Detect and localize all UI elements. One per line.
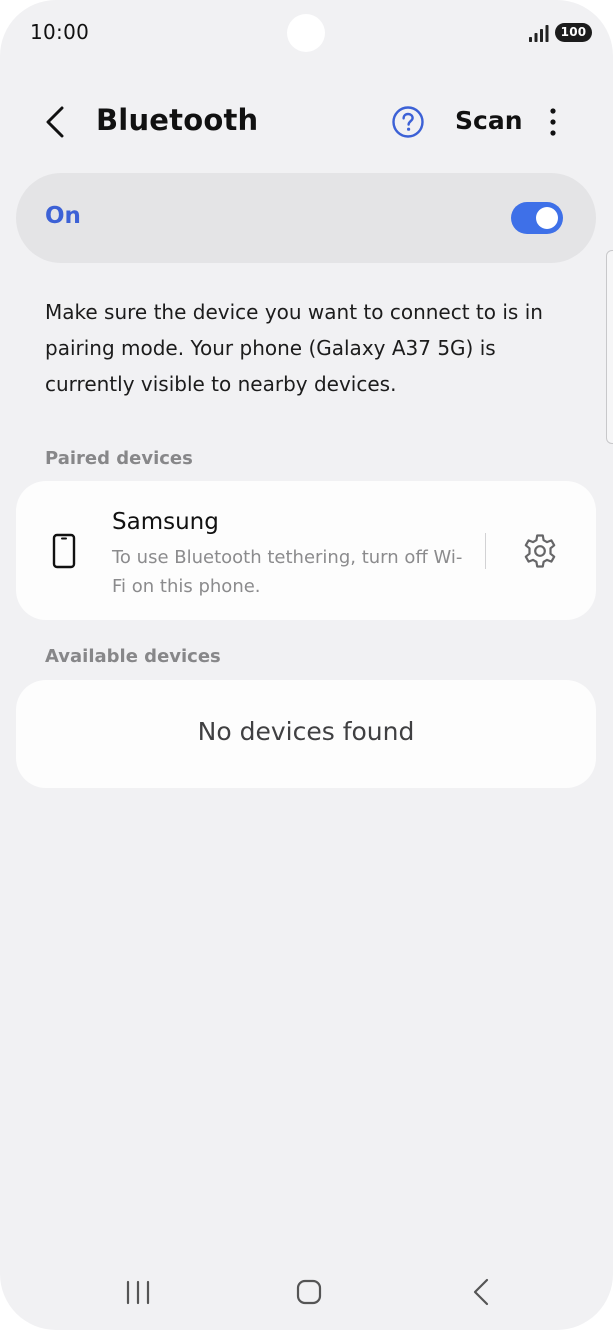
signal-icon — [529, 25, 549, 42]
paired-devices-header: Paired devices — [45, 448, 193, 469]
paired-devices-card: Samsung To use Bluetooth tethering, turn… — [16, 481, 596, 620]
available-devices-card: No devices found — [16, 680, 596, 788]
phone-icon — [52, 533, 76, 569]
help-icon — [392, 106, 424, 138]
device-subtitle: To use Bluetooth tethering, turn off Wi-… — [112, 547, 463, 597]
home-icon — [296, 1279, 322, 1305]
more-options-button[interactable] — [541, 105, 565, 139]
recents-icon — [126, 1280, 150, 1305]
back-arrow-icon — [46, 106, 64, 138]
gear-icon — [524, 534, 556, 568]
scroll-handle[interactable] — [606, 250, 613, 444]
battery-icon: 100 — [555, 23, 592, 42]
device-settings-button[interactable] — [520, 531, 560, 571]
home-button[interactable] — [289, 1272, 329, 1312]
switch-knob — [536, 207, 558, 229]
back-button[interactable] — [36, 102, 76, 142]
page-title: Bluetooth — [96, 103, 259, 137]
battery-level: 100 — [560, 25, 587, 39]
bluetooth-switch[interactable] — [511, 202, 563, 234]
recents-button[interactable] — [118, 1272, 158, 1312]
more-vertical-icon — [550, 108, 556, 136]
toggle-label: On — [45, 203, 81, 229]
system-back-button[interactable] — [461, 1272, 501, 1312]
paired-device-row[interactable]: Samsung To use Bluetooth tethering, turn… — [16, 481, 476, 620]
camera-cutout — [287, 14, 325, 52]
help-button[interactable] — [391, 105, 425, 139]
no-devices-message: No devices found — [197, 717, 415, 746]
status-bar: 10:00 100 — [0, 0, 613, 66]
status-time: 10:00 — [30, 20, 90, 44]
app-header: Bluetooth Scan — [0, 90, 613, 156]
scan-button[interactable]: Scan — [455, 106, 523, 135]
bluetooth-toggle-card[interactable]: On — [16, 173, 596, 263]
back-icon — [473, 1278, 489, 1306]
pairing-description: Make sure the device you want to connect… — [45, 300, 543, 396]
navigation-bar — [0, 1262, 613, 1322]
available-devices-header: Available devices — [45, 646, 221, 667]
device-name: Samsung — [112, 509, 219, 535]
phone-screen: 10:00 100 Bluetooth Scan On Make sure th… — [0, 0, 613, 1330]
card-divider — [485, 533, 486, 569]
